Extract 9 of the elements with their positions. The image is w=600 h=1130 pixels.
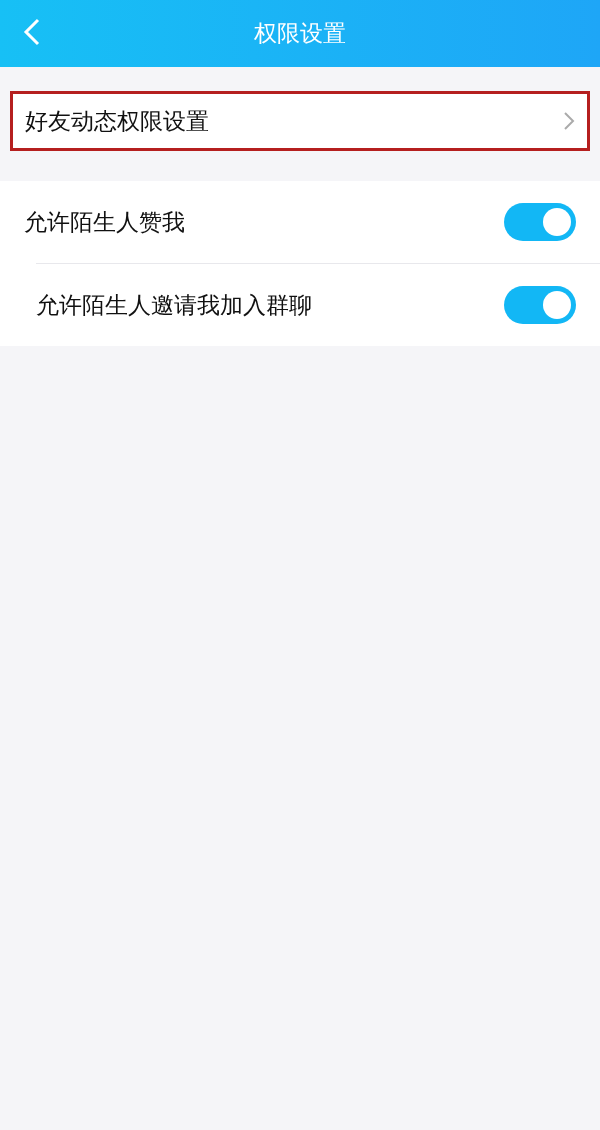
toggle-switch[interactable]	[504, 286, 576, 324]
page-title: 权限设置	[254, 19, 346, 48]
settings-row[interactable]: 好友动态权限设置	[10, 91, 590, 151]
toggle-switch[interactable]	[504, 203, 576, 241]
setting-label: 允许陌生人赞我	[24, 207, 185, 237]
chevron-icon	[563, 111, 575, 131]
setting-label: 允许陌生人邀请我加入群聊	[36, 290, 312, 320]
back-icon[interactable]	[22, 18, 42, 46]
row-label: 好友动态权限设置	[25, 106, 209, 136]
